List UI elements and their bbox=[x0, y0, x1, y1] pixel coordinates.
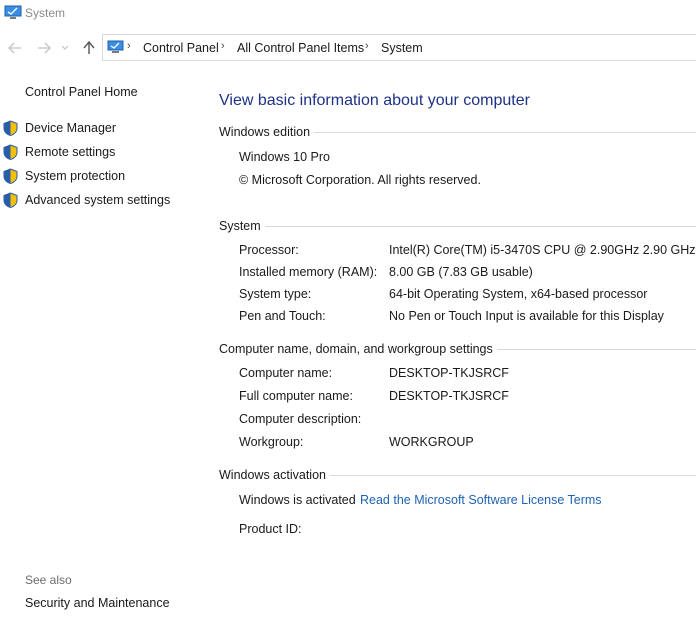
back-arrow-icon[interactable] bbox=[6, 38, 24, 58]
uac-shield-icon bbox=[3, 144, 18, 161]
title-bar: System bbox=[0, 0, 696, 26]
breadcrumb-separator-icon: › bbox=[221, 40, 225, 52]
security-and-maintenance-link[interactable]: Security and Maintenance bbox=[25, 596, 170, 610]
section-title-computer-name: Computer name, domain, and workgroup set… bbox=[219, 342, 497, 356]
edition-name: Windows 10 Pro bbox=[239, 150, 331, 164]
breadcrumb-system[interactable]: System bbox=[381, 41, 423, 55]
section-divider bbox=[326, 475, 696, 476]
license-terms-link[interactable]: Read the Microsoft Software License Term… bbox=[360, 493, 602, 507]
product-id-label: Product ID: bbox=[239, 522, 302, 536]
uac-shield-icon bbox=[3, 168, 18, 185]
computer-name-label: Computer name: bbox=[239, 366, 333, 380]
breadcrumb-separator-icon: › bbox=[127, 40, 131, 52]
section-divider bbox=[486, 349, 696, 350]
processor-label: Processor: bbox=[239, 243, 299, 257]
up-arrow-icon[interactable] bbox=[80, 38, 98, 58]
section-title-system: System bbox=[219, 219, 265, 233]
sidebar-item-remote-settings[interactable]: Remote settings bbox=[25, 145, 115, 159]
section-title-windows-edition: Windows edition bbox=[219, 125, 315, 139]
workgroup-value: WORKGROUP bbox=[389, 435, 474, 449]
pen-touch-label: Pen and Touch: bbox=[239, 309, 326, 323]
navigation-bar: › Control Panel › All Control Panel Item… bbox=[0, 34, 696, 62]
system-type-label: System type: bbox=[239, 287, 312, 301]
sidebar-item-system-protection[interactable]: System protection bbox=[25, 169, 125, 183]
full-computer-name-value: DESKTOP-TKJSRCF bbox=[389, 389, 509, 403]
memory-value: 8.00 GB (7.83 GB usable) bbox=[389, 265, 533, 279]
section-title-windows-activation: Windows activation bbox=[219, 468, 330, 482]
address-bar[interactable]: › Control Panel › All Control Panel Item… bbox=[102, 34, 696, 61]
recent-locations-chevron-icon[interactable] bbox=[59, 38, 71, 58]
forward-arrow-icon[interactable] bbox=[35, 38, 53, 58]
full-computer-name-label: Full computer name: bbox=[239, 389, 353, 403]
workgroup-label: Workgroup: bbox=[239, 435, 304, 449]
activation-status: Windows is activated bbox=[239, 493, 356, 507]
processor-value: Intel(R) Core(TM) i5-3470S CPU @ 2.90GHz… bbox=[389, 243, 696, 257]
control-panel-icon bbox=[107, 40, 124, 54]
control-panel-home-link[interactable]: Control Panel Home bbox=[25, 85, 138, 99]
section-divider bbox=[312, 132, 696, 133]
system-type-value: 64-bit Operating System, x64-based proce… bbox=[389, 287, 648, 301]
pen-touch-value: No Pen or Touch Input is available for t… bbox=[389, 309, 664, 323]
breadcrumb-separator-icon: › bbox=[365, 40, 369, 52]
edition-copyright: © Microsoft Corporation. All rights rese… bbox=[239, 173, 481, 187]
breadcrumb-control-panel[interactable]: Control Panel bbox=[143, 41, 219, 55]
page-title: View basic information about your comput… bbox=[219, 92, 530, 109]
uac-shield-icon bbox=[3, 120, 18, 137]
memory-label: Installed memory (RAM): bbox=[239, 265, 378, 279]
see-also-heading: See also bbox=[25, 573, 72, 587]
uac-shield-icon bbox=[3, 192, 18, 209]
section-divider bbox=[262, 226, 696, 227]
window-title: System bbox=[25, 6, 66, 20]
system-monitor-icon bbox=[4, 5, 22, 20]
computer-name-value: DESKTOP-TKJSRCF bbox=[389, 366, 509, 380]
sidebar-item-advanced-system-settings[interactable]: Advanced system settings bbox=[25, 193, 170, 207]
breadcrumb-all-items[interactable]: All Control Panel Items bbox=[237, 41, 364, 55]
sidebar-item-device-manager[interactable]: Device Manager bbox=[25, 121, 116, 135]
computer-description-label: Computer description: bbox=[239, 412, 362, 426]
